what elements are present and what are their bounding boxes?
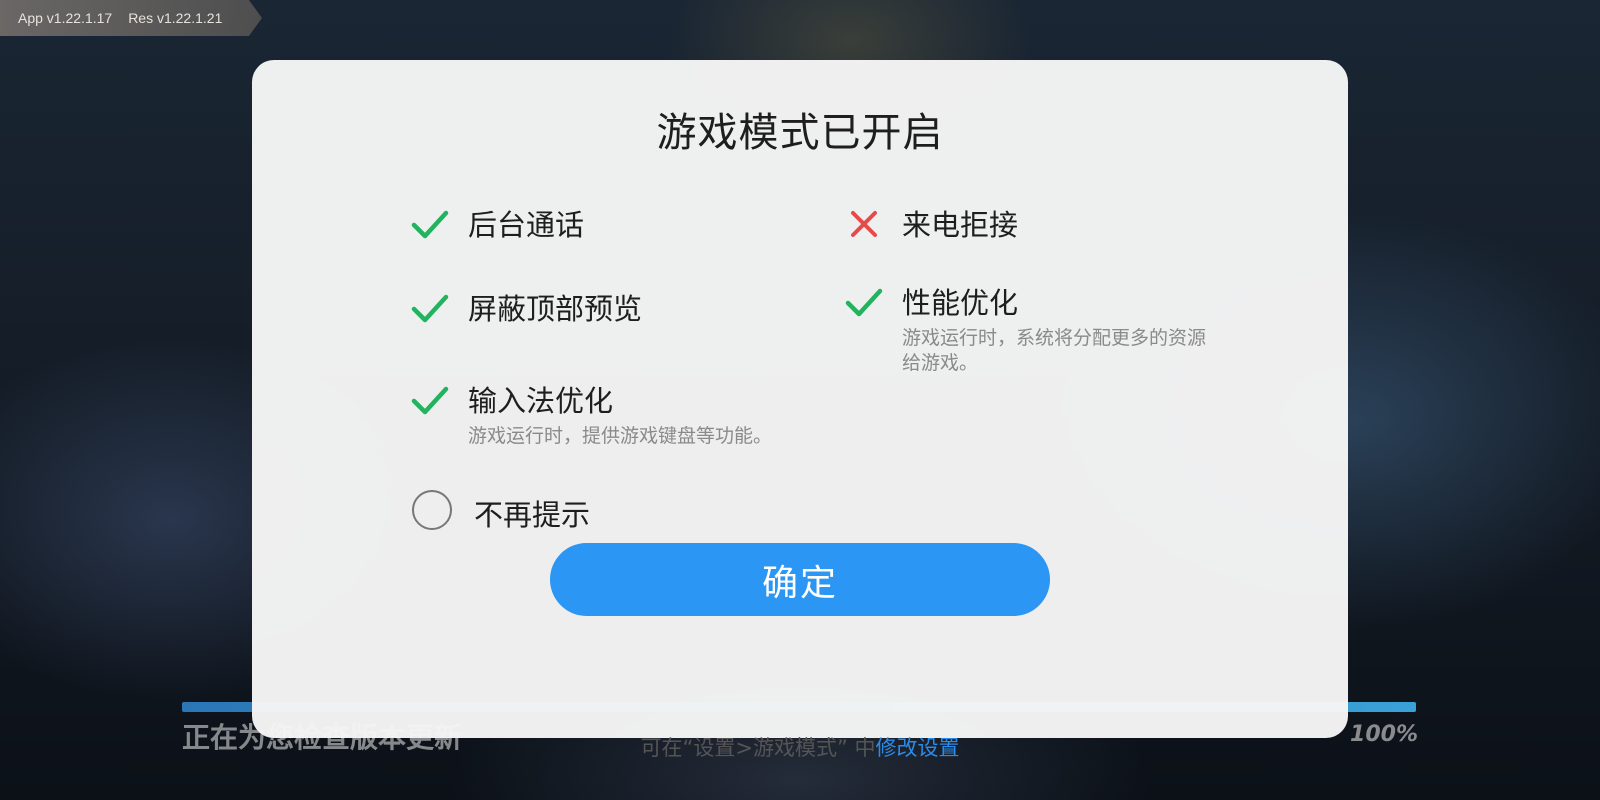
feature-description: 游戏运行时，系统将分配更多的资源给游戏。 (902, 327, 1207, 374)
feature-label: 后台通话 (468, 208, 585, 242)
game-mode-dialog: 游戏模式已开启 后台通话 来电拒接 屏蔽顶部预览 性能优化 游戏运行时，系统将分… (252, 60, 1348, 760)
check-icon (411, 294, 449, 323)
check-icon (411, 210, 449, 239)
check-icon (411, 386, 449, 415)
feature-label: 输入法优化 (468, 384, 614, 418)
dialog-title: 游戏模式已开启 (656, 110, 944, 156)
feature-label: 屏蔽顶部预览 (468, 292, 643, 326)
settings-hint-text: 可在“设置>游戏模式” 中 (640, 736, 876, 760)
version-tag: App v1.22.1.17 Res v1.22.1.21 (0, 0, 262, 36)
dont-show-again-label: 不再提示 (474, 498, 591, 532)
feature-label: 来电拒接 (902, 208, 1019, 242)
feature-description: 游戏运行时，提供游戏键盘等功能。 (468, 425, 773, 447)
res-version: Res v1.22.1.21 (128, 10, 223, 26)
check-icon (845, 288, 883, 317)
dont-show-again-option[interactable]: 不再提示 (412, 488, 672, 536)
cross-icon (851, 211, 877, 237)
confirm-button[interactable]: 确定 (550, 543, 1050, 616)
app-version: App v1.22.1.17 (18, 10, 113, 26)
modify-settings-link[interactable]: 修改设置 (876, 736, 960, 760)
feature-label: 性能优化 (902, 286, 1019, 320)
settings-hint: 可在“设置>游戏模式” 中修改设置 (252, 732, 1348, 762)
dont-show-again-radio[interactable] (412, 490, 452, 530)
update-percent: 100% (1350, 722, 1418, 747)
